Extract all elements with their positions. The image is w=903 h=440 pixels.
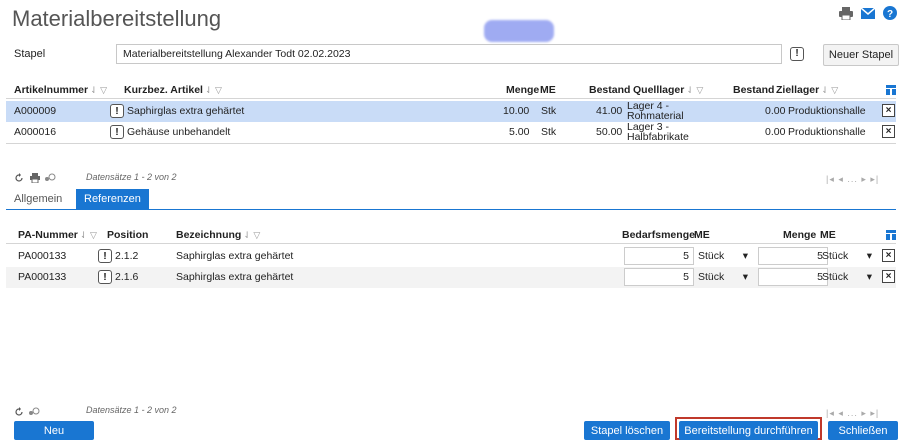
menge-cell: 10.00 — [503, 105, 530, 117]
col-me: ME — [694, 229, 710, 241]
col-pa-nummer[interactable]: PA-Nummer ⇃ ▽ — [18, 229, 97, 241]
me-select[interactable]: Stück ▾ — [818, 268, 876, 286]
me-cell: Stk — [541, 126, 557, 138]
records-count: Datensätze 1 - 2 von 2 — [86, 172, 177, 182]
execute-provision-button[interactable]: Bereitstellung durchführen — [679, 421, 818, 440]
bestand-cell: 41.00 — [596, 105, 623, 117]
bedarfsmenge-input[interactable]: 5 — [624, 247, 694, 265]
kurzbez-cell: Saphirglas extra gehärtet — [127, 105, 245, 117]
divider — [6, 98, 896, 99]
records-count: Datensätze 1 - 2 von 2 — [86, 405, 177, 415]
page-title: Materialbereitstellung — [12, 6, 222, 31]
mail-icon[interactable] — [861, 6, 875, 20]
pa-nummer-cell: PA000133 — [18, 250, 67, 262]
bestand2-cell: 0.00 — [765, 105, 786, 117]
bestand-cell: 50.00 — [596, 126, 623, 138]
position-cell: 2.1.6 — [115, 271, 139, 283]
menge-cell: 5.00 — [509, 126, 530, 138]
table-row[interactable]: A000016 ! Gehäuse unbehandelt 5.00 Stk 5… — [6, 122, 896, 143]
stapel-input[interactable]: Materialbereitstellung Alexander Todt 02… — [116, 44, 782, 64]
me-cell: Stk — [541, 105, 557, 117]
remove-row-button[interactable]: × — [882, 125, 895, 138]
close-button[interactable]: Schließen — [828, 421, 898, 440]
me-select[interactable]: Stück ▾ — [818, 247, 876, 265]
quelllager-cell: Lager 4 - Rohmaterial — [627, 101, 684, 122]
info-button[interactable]: ! — [98, 249, 112, 263]
stapel-info-button[interactable]: ! — [790, 47, 804, 61]
me-select-value: Stück — [822, 250, 849, 262]
chevron-down-icon: ▾ — [866, 250, 872, 262]
pagination-nav[interactable]: |◂ ◂ ... ▸ ▸| — [826, 174, 879, 185]
col-ziellager[interactable]: Ziellager ⇃ ▽ — [776, 84, 838, 96]
print-small-icon[interactable] — [30, 173, 40, 186]
table-row[interactable]: PA000133 ! 2.1.6 Saphirglas extra gehärt… — [6, 267, 896, 288]
pa-nummer-cell: PA000133 — [18, 271, 67, 283]
info-button[interactable]: ! — [110, 104, 124, 118]
me-select-value: Stück — [698, 271, 725, 283]
help-icon[interactable]: ? — [883, 6, 897, 20]
info-button[interactable]: ! — [110, 125, 124, 139]
settings-icon[interactable] — [28, 407, 40, 420]
refresh-icon[interactable] — [14, 407, 24, 420]
quelllager-cell: Lager 3 - Halbfabrikate — [627, 122, 689, 143]
col-artikelnummer[interactable]: Artikelnummer ⇃ ▽ — [14, 84, 107, 96]
me-select-value: Stück — [698, 250, 725, 262]
delete-stapel-button[interactable]: Stapel löschen — [584, 421, 670, 440]
col-menge: Menge — [783, 229, 817, 241]
chevron-down-icon: ▾ — [742, 271, 748, 283]
divider — [6, 143, 896, 144]
info-button[interactable]: ! — [98, 270, 112, 284]
column-config-icon[interactable] — [886, 85, 896, 98]
me-select[interactable]: Stück ▾ — [694, 268, 752, 286]
table-row[interactable]: PA000133 ! 2.1.2 Saphirglas extra gehärt… — [6, 246, 896, 267]
bestand2-cell: 0.00 — [765, 126, 786, 138]
print-icon[interactable] — [839, 6, 853, 20]
remove-row-button[interactable]: × — [882, 270, 895, 283]
chevron-down-icon: ▾ — [742, 250, 748, 262]
col-me-2: ME — [820, 229, 836, 241]
col-menge: Menge — [506, 84, 540, 96]
divider — [6, 243, 896, 244]
bedarfsmenge-input[interactable]: 5 — [624, 268, 694, 286]
stapel-label: Stapel — [14, 48, 46, 60]
ziellager-cell: Produktionshalle — [788, 126, 866, 138]
tab-underline — [6, 209, 896, 210]
table-row[interactable]: A000009 ! Saphirglas extra gehärtet 10.0… — [6, 101, 896, 122]
quelllager-line2: Halbfabrikate — [627, 131, 689, 143]
svg-text:?: ? — [887, 9, 893, 20]
me-select[interactable]: Stück ▾ — [694, 247, 752, 265]
col-kurzbez[interactable]: Kurzbez. Artikel ⇃ ▽ — [124, 84, 222, 96]
top-toolbar: ? — [839, 6, 897, 20]
refresh-icon[interactable] — [14, 173, 24, 186]
column-config-icon[interactable] — [886, 230, 896, 243]
kurzbez-cell: Gehäuse unbehandelt — [127, 126, 231, 138]
col-bedarfsmenge: Bedarfsmenge — [622, 229, 695, 241]
new-button[interactable]: Neu — [14, 421, 94, 440]
tab-allgemein[interactable]: Allgemein — [6, 189, 70, 209]
artikelnummer-cell: A000016 — [14, 126, 57, 138]
chevron-down-icon: ▾ — [866, 271, 872, 283]
blurred-badge — [484, 20, 554, 42]
position-cell: 2.1.2 — [115, 250, 139, 262]
col-bestand: Bestand — [589, 84, 631, 96]
settings-icon[interactable] — [44, 173, 56, 186]
remove-row-button[interactable]: × — [882, 104, 895, 117]
col-quelllager[interactable]: Quelllager ⇃ ▽ — [633, 84, 703, 96]
col-bezeichnung[interactable]: Bezeichnung ⇃ ▽ — [176, 229, 260, 241]
bezeichnung-cell: Saphirglas extra gehärtet — [176, 271, 294, 283]
col-bestand-2: Bestand — [733, 84, 775, 96]
remove-row-button[interactable]: × — [882, 249, 895, 262]
bezeichnung-cell: Saphirglas extra gehärtet — [176, 250, 294, 262]
pagination-nav[interactable]: |◂ ◂ ... ▸ ▸| — [826, 408, 879, 419]
artikelnummer-cell: A000009 — [14, 105, 57, 117]
ziellager-cell: Produktionshalle — [788, 105, 866, 117]
tab-referenzen[interactable]: Referenzen — [76, 189, 149, 209]
new-stapel-button[interactable]: Neuer Stapel — [823, 44, 899, 66]
col-me: ME — [540, 84, 556, 96]
col-position: Position — [107, 229, 149, 241]
me-select-value: Stück — [822, 271, 849, 283]
